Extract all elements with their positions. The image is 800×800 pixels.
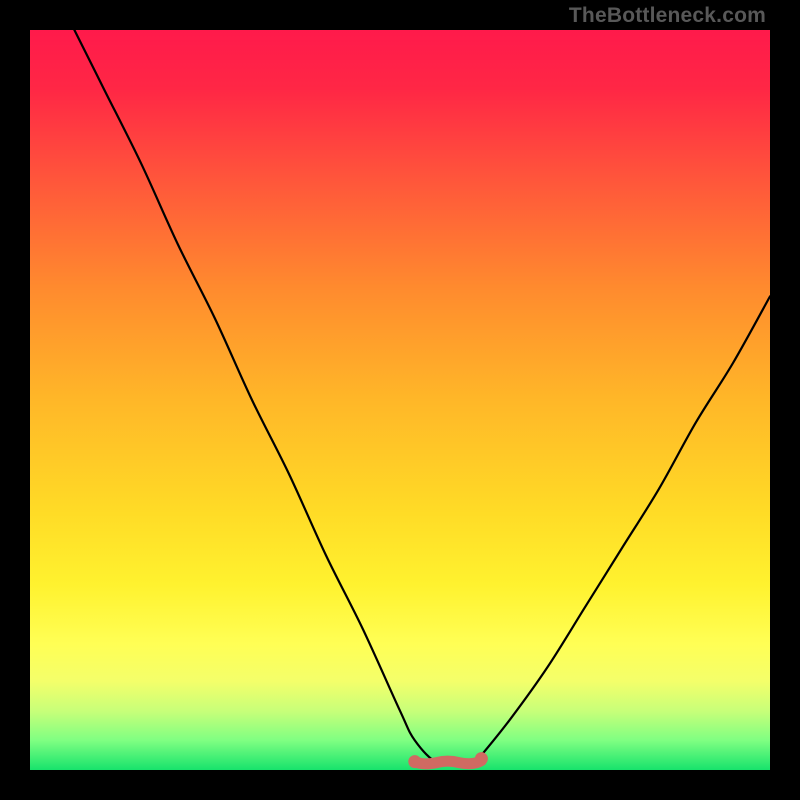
bottleneck-curve (74, 30, 770, 764)
watermark-text: TheBottleneck.com (569, 4, 766, 28)
curve-layer (30, 30, 770, 770)
flat-region-dot-right (475, 752, 488, 765)
plot-area (30, 30, 770, 770)
chart-frame: TheBottleneck.com (0, 0, 800, 800)
flat-region-dot-left (408, 755, 421, 768)
flat-region-marker (415, 761, 482, 764)
